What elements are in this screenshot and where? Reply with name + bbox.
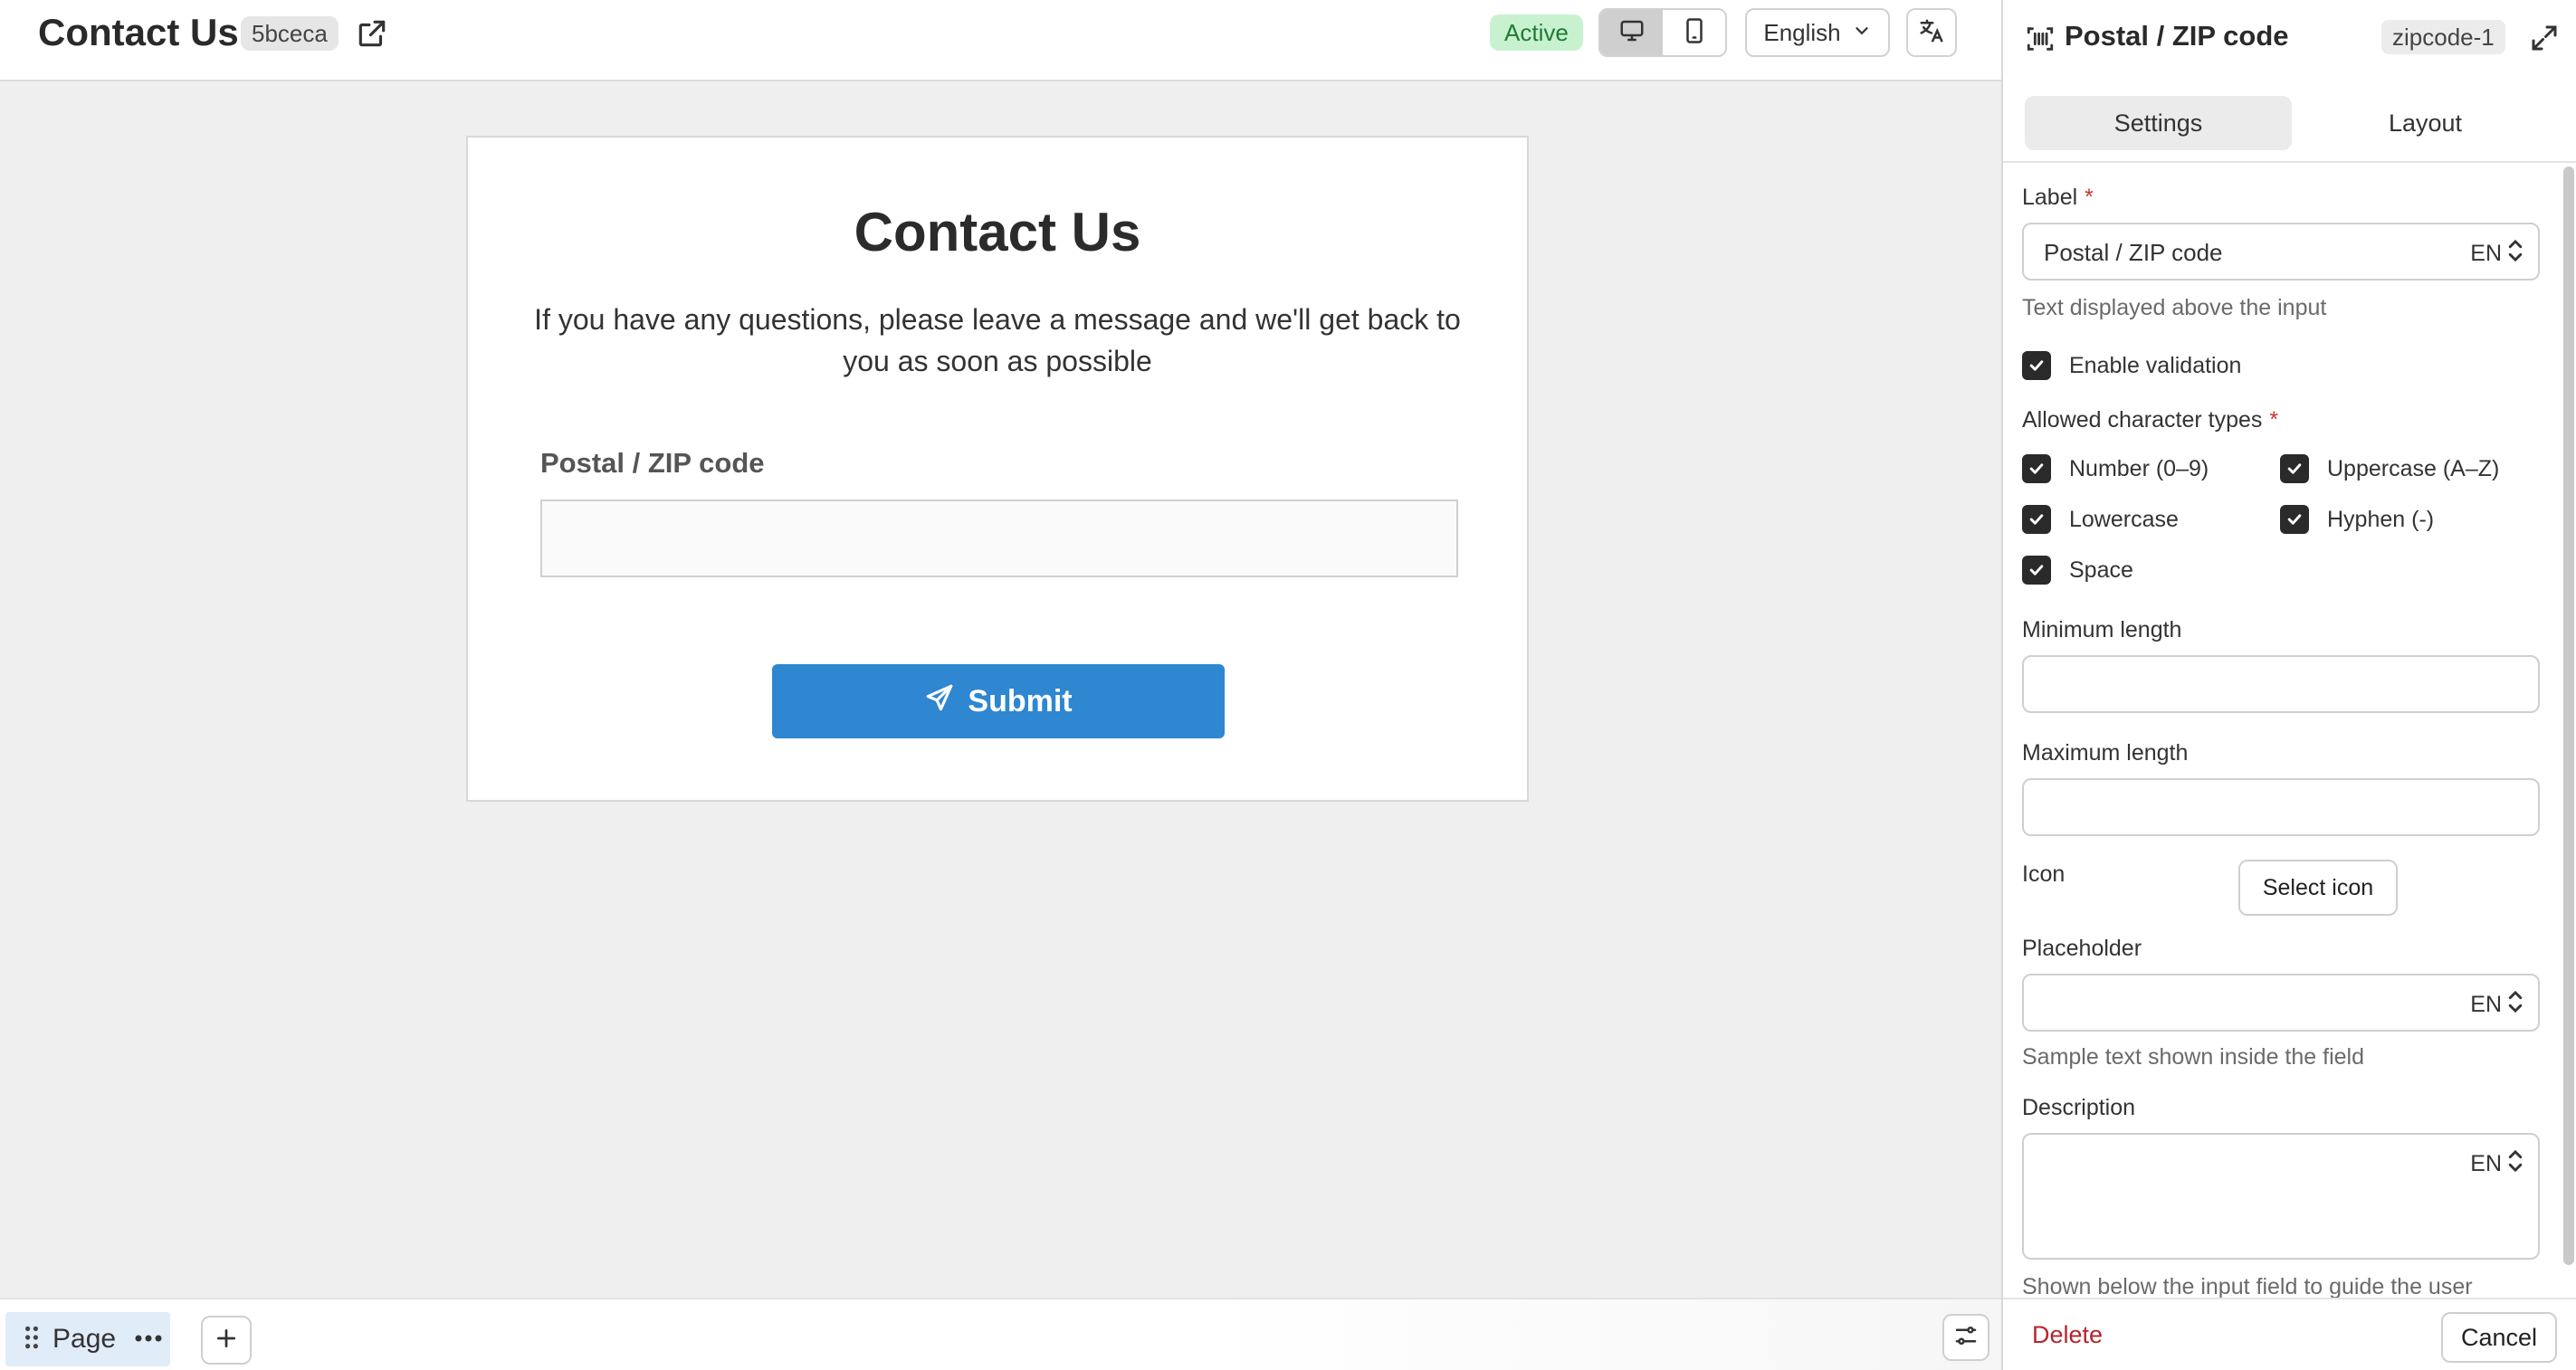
language-select-value: English: [1763, 18, 1841, 46]
chevron-updown-icon: [2507, 239, 2524, 269]
description-language-select[interactable]: EN: [2470, 1149, 2524, 1179]
page-settings-button[interactable]: [1942, 1314, 1989, 1361]
language-select[interactable]: English: [1745, 8, 1890, 57]
plus-icon: [215, 1327, 238, 1355]
char-type-lowercase-checkbox[interactable]: Lowercase: [2022, 505, 2179, 534]
panel-tabs: Settings Layout: [2025, 96, 2559, 150]
label-field-label: Label *: [2022, 185, 2094, 210]
page-tab[interactable]: Page: [5, 1312, 170, 1366]
monitor-icon: [1618, 17, 1646, 49]
zipcode-field-label[interactable]: Postal / ZIP code: [540, 447, 765, 480]
page-title: Contact Us: [38, 11, 239, 53]
placeholder-hint: Sample text shown inside the field: [2022, 1044, 2364, 1070]
description-hint: Shown below the input field to guide the…: [2022, 1274, 2473, 1298]
description-textarea[interactable]: EN: [2022, 1133, 2540, 1260]
bottom-bar: Page: [0, 1298, 2001, 1370]
select-icon-button[interactable]: Select icon: [2238, 860, 2398, 916]
checkbox-checked-icon: [2022, 351, 2051, 380]
chevron-updown-icon: [2507, 1149, 2524, 1179]
enable-validation-checkbox[interactable]: Enable validation: [2022, 351, 2241, 380]
form-id-badge: 5bceca: [241, 16, 339, 51]
char-type-hyphen-checkbox[interactable]: Hyphen (-): [2280, 505, 2434, 534]
drag-handle-icon[interactable]: [24, 1325, 40, 1355]
icon-label: Icon: [2022, 861, 2066, 887]
checkbox-checked-icon: [2022, 454, 2051, 483]
field-id-badge: zipcode-1: [2381, 20, 2505, 54]
panel-footer: Delete Cancel: [2003, 1298, 2576, 1370]
submit-button-label: Submit: [968, 683, 1073, 718]
checkbox-checked-icon: [2280, 505, 2309, 534]
external-link-icon[interactable]: [355, 16, 389, 51]
panel-body: Label * Postal / ZIP code EN Text display…: [2003, 163, 2576, 1298]
min-length-label: Minimum length: [2022, 617, 2182, 642]
translate-button[interactable]: [1906, 8, 1957, 57]
placeholder-input[interactable]: EN: [2022, 974, 2540, 1032]
tab-layout[interactable]: Layout: [2292, 96, 2559, 150]
min-length-input[interactable]: [2022, 655, 2540, 713]
label-input[interactable]: Postal / ZIP code EN: [2022, 223, 2540, 281]
panel-scrollbar[interactable]: [2563, 166, 2574, 1265]
top-bar: Contact Us 5bceca Active English: [0, 0, 2001, 81]
form-preview-card: Contact Us If you have any questions, pl…: [466, 136, 1529, 802]
page-tab-label: Page: [52, 1324, 117, 1354]
status-badge: Active: [1490, 14, 1583, 51]
checkbox-checked-icon: [2280, 454, 2309, 483]
field-settings-panel: Postal / ZIP code zipcode-1 Settings Lay…: [2001, 0, 2576, 1370]
max-length-input[interactable]: [2022, 778, 2540, 836]
add-page-button[interactable]: [201, 1316, 252, 1365]
label-language-select[interactable]: EN: [2470, 239, 2524, 269]
zipcode-input[interactable]: [540, 499, 1458, 577]
placeholder-label: Placeholder: [2022, 936, 2142, 961]
label-input-value: Postal / ZIP code: [2044, 239, 2223, 266]
device-view-toggle: [1598, 8, 1727, 57]
phone-icon: [1681, 17, 1708, 49]
description-label: Description: [2022, 1095, 2136, 1120]
form-builder-app: Contact Us 5bceca Active English Contact…: [0, 0, 2576, 1370]
max-length-label: Maximum length: [2022, 740, 2189, 766]
panel-title: Postal / ZIP code: [2065, 20, 2289, 52]
label-hint: Text displayed above the input: [2022, 295, 2327, 320]
sliders-icon: [1952, 1322, 1980, 1354]
panel-header: Postal / ZIP code zipcode-1: [2003, 0, 2576, 76]
mobile-view-button[interactable]: [1663, 10, 1725, 55]
tab-settings[interactable]: Settings: [2025, 96, 2292, 150]
desktop-view-button[interactable]: [1600, 10, 1663, 55]
char-type-uppercase-checkbox[interactable]: Uppercase (A–Z): [2280, 454, 2499, 483]
checkbox-checked-icon: [2022, 505, 2051, 534]
chevron-updown-icon: [2507, 990, 2524, 1020]
cancel-button[interactable]: Cancel: [2441, 1312, 2557, 1363]
form-title[interactable]: Contact Us: [468, 201, 1527, 263]
checkbox-checked-icon: [2022, 556, 2051, 585]
expand-icon[interactable]: [2528, 22, 2562, 56]
form-subtitle[interactable]: If you have any questions, please leave …: [531, 299, 1464, 382]
more-options-icon[interactable]: [134, 1331, 163, 1347]
placeholder-language-select[interactable]: EN: [2470, 990, 2524, 1020]
char-type-number-checkbox[interactable]: Number (0–9): [2022, 454, 2209, 483]
chevron-down-icon: [1852, 19, 1872, 47]
delete-button[interactable]: Delete: [2032, 1321, 2103, 1349]
translate-icon: [1918, 17, 1945, 49]
barcode-icon: [2025, 24, 2056, 54]
char-type-space-checkbox[interactable]: Space: [2022, 556, 2133, 585]
send-icon: [924, 682, 955, 721]
submit-button[interactable]: Submit: [772, 664, 1225, 738]
char-types-label: Allowed character types *: [2022, 407, 2279, 433]
